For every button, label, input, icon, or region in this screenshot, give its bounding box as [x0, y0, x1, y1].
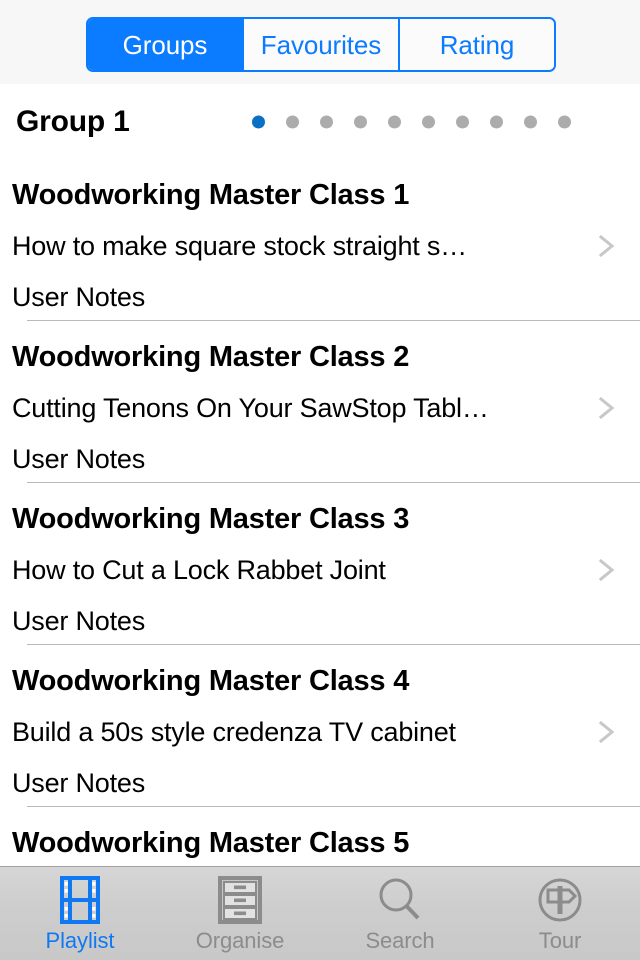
row-title: Woodworking Master Class 1	[12, 179, 410, 211]
row-user-notes: User Notes	[12, 768, 146, 798]
page-dot-1[interactable]	[252, 115, 265, 128]
page-dot-7[interactable]	[456, 115, 469, 128]
tab-playlist[interactable]: Playlist	[0, 867, 160, 960]
top-segmented-bar: Groups Favourites Rating	[0, 0, 640, 84]
tab-label-search: Search	[365, 928, 435, 953]
page-dot-9[interactable]	[524, 115, 537, 128]
tab-bar: Playlist Organise Search Tour	[0, 866, 640, 960]
tab-organise[interactable]: Organise	[160, 867, 320, 960]
group-header: Group 1	[0, 84, 640, 159]
tab-tour[interactable]: Tour	[480, 867, 640, 960]
segmented-control[interactable]: Groups Favourites Rating	[86, 17, 556, 72]
page-dot-5[interactable]	[388, 115, 401, 128]
chevron-right-icon	[596, 721, 618, 743]
page-dot-6[interactable]	[422, 115, 435, 128]
tab-label-tour: Tour	[538, 928, 582, 953]
page-dot-4[interactable]	[354, 115, 367, 128]
page-control[interactable]	[252, 115, 571, 128]
chevron-right-icon	[596, 559, 618, 581]
row-subtitle: Cutting Tenons On Your SawStop Tabl…	[12, 393, 489, 423]
page-dot-10[interactable]	[558, 115, 571, 128]
row-subtitle: How to make square stock straight s…	[12, 231, 467, 261]
table-row[interactable]: Woodworking Master Class 2 Cutting Tenon…	[0, 321, 640, 483]
magnifier-icon	[372, 874, 428, 926]
filing-cabinet-icon	[212, 874, 268, 926]
playlist-table[interactable]: Woodworking Master Class 1 How to make s…	[0, 159, 640, 866]
table-row[interactable]: Woodworking Master Class 3 How to Cut a …	[0, 483, 640, 645]
segment-rating[interactable]: Rating	[398, 19, 554, 70]
table-row[interactable]: Woodworking Master Class 4 Build a 50s s…	[0, 645, 640, 807]
page-dot-2[interactable]	[286, 115, 299, 128]
row-user-notes: User Notes	[12, 606, 146, 636]
segment-favourites[interactable]: Favourites	[242, 19, 398, 70]
row-title: Woodworking Master Class 5	[12, 827, 410, 859]
segment-groups[interactable]: Groups	[88, 19, 242, 70]
film-strip-icon	[52, 874, 108, 926]
page-dot-3[interactable]	[320, 115, 333, 128]
page-dot-8[interactable]	[490, 115, 503, 128]
row-subtitle: Build a 50s style credenza TV cabinet	[12, 717, 456, 747]
row-title: Woodworking Master Class 2	[12, 341, 410, 373]
tab-label-organise: Organise	[195, 928, 285, 953]
row-user-notes: User Notes	[12, 282, 146, 312]
row-user-notes: User Notes	[12, 444, 146, 474]
chevron-right-icon	[596, 235, 618, 257]
tab-label-playlist: Playlist	[45, 928, 115, 953]
row-subtitle: How to Cut a Lock Rabbet Joint	[12, 555, 386, 585]
row-title: Woodworking Master Class 3	[12, 503, 410, 535]
row-title: Woodworking Master Class 4	[12, 665, 410, 697]
table-row[interactable]: Woodworking Master Class 5	[0, 807, 640, 866]
group-title: Group 1	[16, 104, 130, 138]
signpost-circle-icon	[532, 874, 588, 926]
tab-search[interactable]: Search	[320, 867, 480, 960]
chevron-right-icon	[596, 397, 618, 419]
table-row[interactable]: Woodworking Master Class 1 How to make s…	[0, 159, 640, 321]
